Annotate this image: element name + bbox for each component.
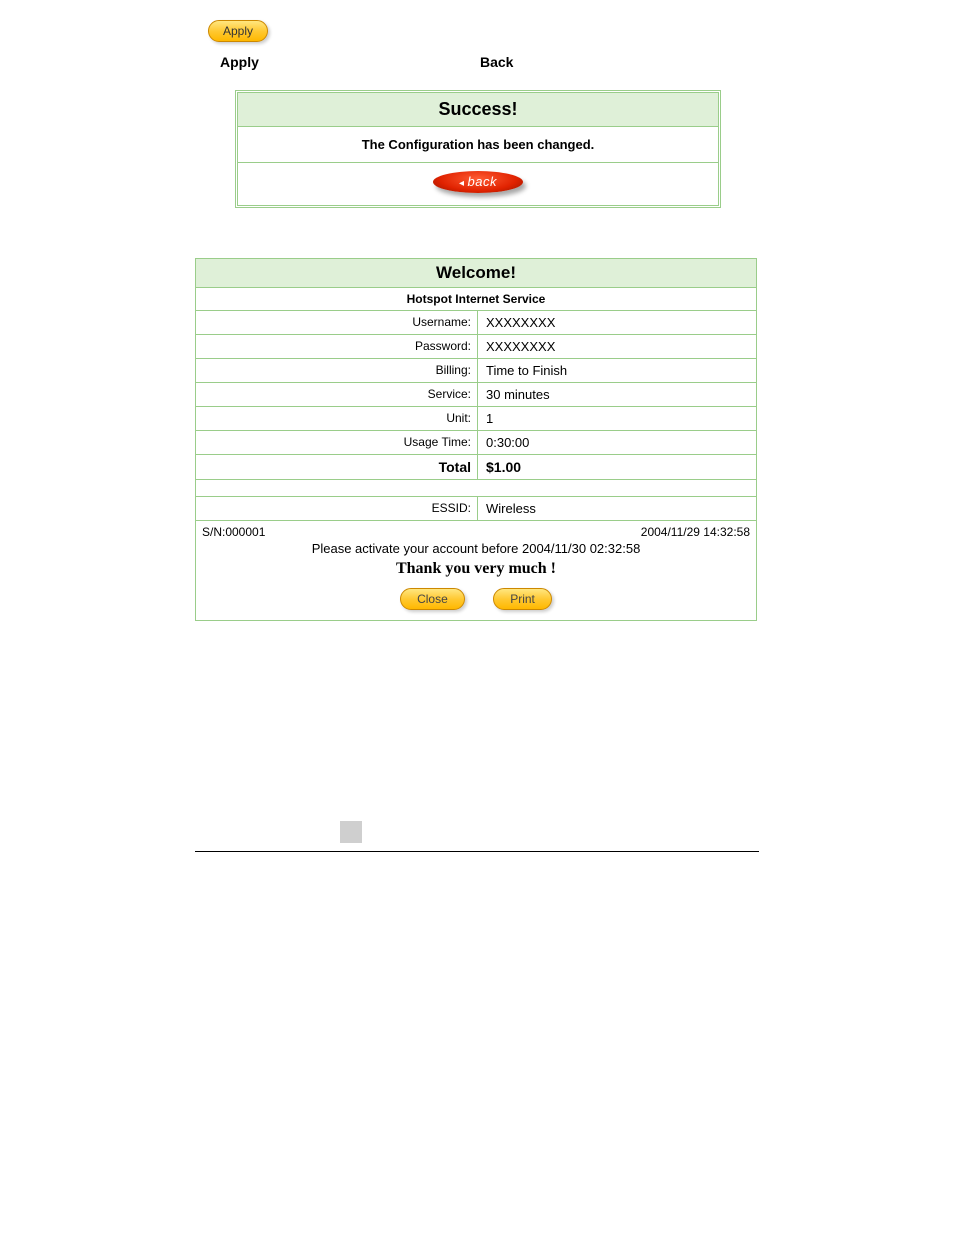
success-panel: Success! The Configuration has been chan… <box>235 90 721 208</box>
row-total: Total $1.00 <box>196 455 756 480</box>
total-label: Total <box>196 455 478 479</box>
service-value: 30 minutes <box>478 383 756 406</box>
close-button[interactable]: Close <box>400 588 465 610</box>
timestamp: 2004/11/29 14:32:58 <box>641 525 750 539</box>
total-value: $1.00 <box>478 455 756 479</box>
apply-label: Apply <box>220 54 480 70</box>
password-value: XXXXXXXX <box>478 335 756 358</box>
row-username: Username: XXXXXXXX <box>196 311 756 335</box>
thank-you-message: Thank you very much ! <box>196 558 756 584</box>
welcome-button-row: Close Print <box>196 584 756 620</box>
spacer-row <box>196 480 756 497</box>
activate-message: Please activate your account before 2004… <box>196 539 756 558</box>
footer-row: S/N:000001 2004/11/29 14:32:58 <box>196 521 756 539</box>
billing-value: Time to Finish <box>478 359 756 382</box>
service-label: Service: <box>196 383 478 406</box>
row-billing: Billing: Time to Finish <box>196 359 756 383</box>
essid-value: Wireless <box>478 497 756 520</box>
gray-square-icon <box>340 821 362 843</box>
unit-value: 1 <box>478 407 756 430</box>
row-unit: Unit: 1 <box>196 407 756 431</box>
row-service: Service: 30 minutes <box>196 383 756 407</box>
username-label: Username: <box>196 311 478 334</box>
print-button[interactable]: Print <box>493 588 552 610</box>
usage-time-value: 0:30:00 <box>478 431 756 454</box>
serial-number: S/N:000001 <box>202 525 265 539</box>
row-essid: ESSID: Wireless <box>196 497 756 521</box>
row-password: Password: XXXXXXXX <box>196 335 756 359</box>
apply-button[interactable]: Apply <box>208 20 268 42</box>
welcome-subtitle: Hotspot Internet Service <box>196 288 756 311</box>
success-title: Success! <box>238 93 718 127</box>
back-label: Back <box>480 54 513 70</box>
welcome-title: Welcome! <box>196 259 756 288</box>
username-value: XXXXXXXX <box>478 311 756 334</box>
billing-label: Billing: <box>196 359 478 382</box>
divider <box>195 851 759 852</box>
row-usage-time: Usage Time: 0:30:00 <box>196 431 756 455</box>
essid-label: ESSID: <box>196 497 478 520</box>
back-button[interactable]: back <box>433 171 523 193</box>
success-message: The Configuration has been changed. <box>238 127 718 163</box>
unit-label: Unit: <box>196 407 478 430</box>
header-labels: Apply Back <box>220 54 954 70</box>
welcome-panel: Welcome! Hotspot Internet Service Userna… <box>195 258 757 621</box>
password-label: Password: <box>196 335 478 358</box>
usage-time-label: Usage Time: <box>196 431 478 454</box>
